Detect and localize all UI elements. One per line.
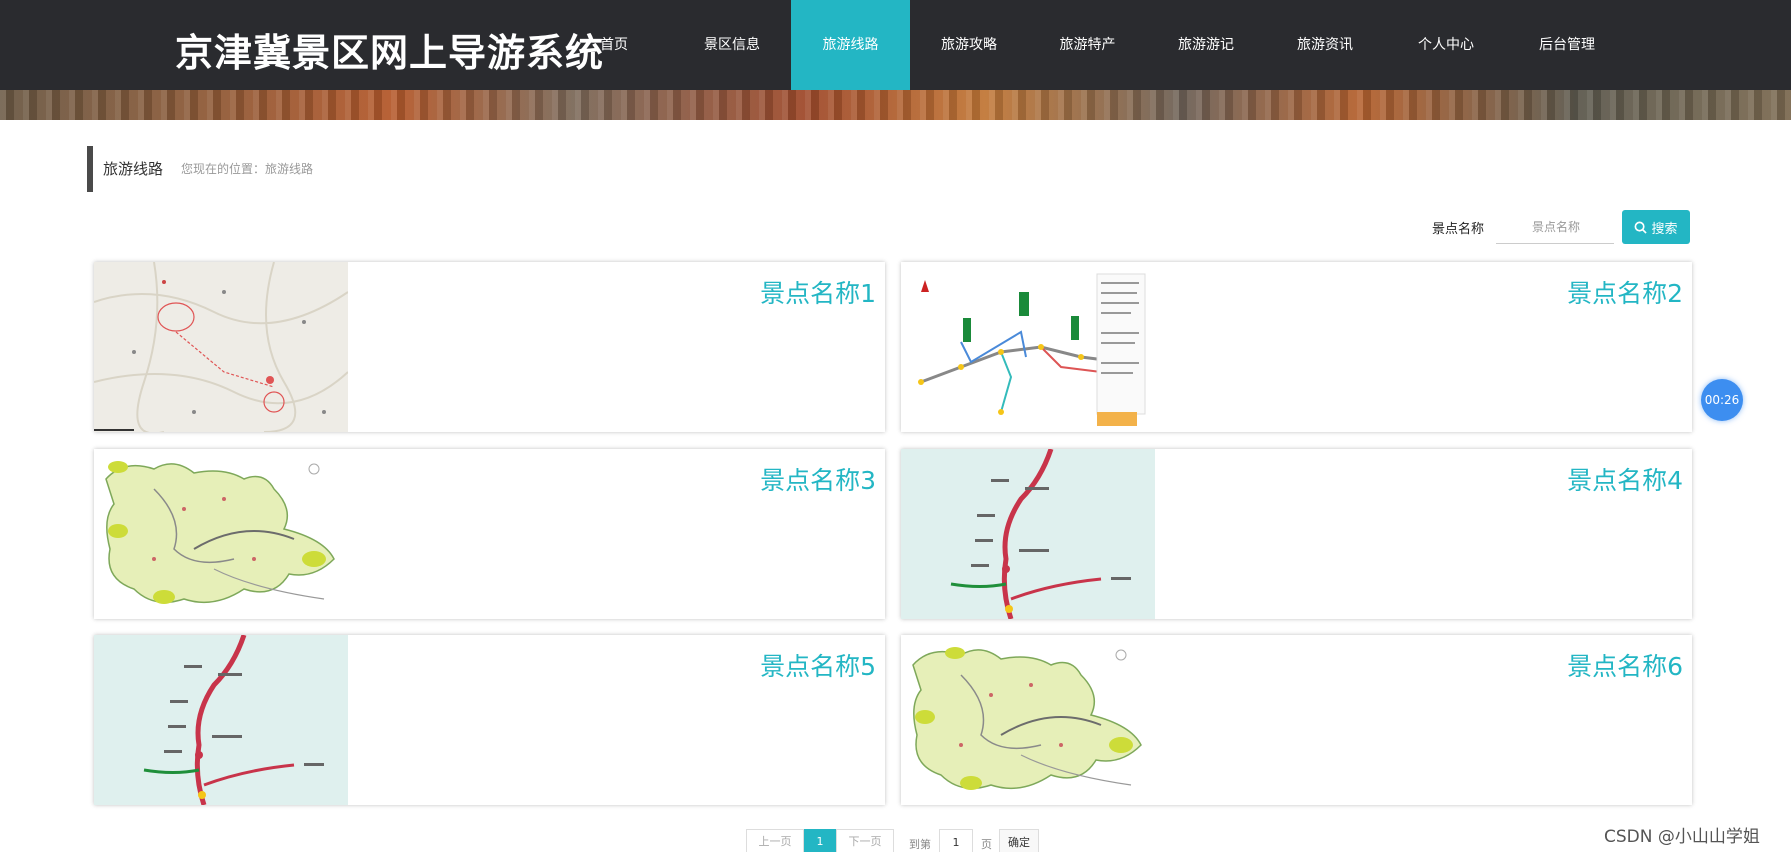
route-card[interactable]: 景点名称5	[94, 635, 885, 805]
nav-item-travel-news[interactable]: 旅游资讯	[1265, 0, 1385, 90]
route-card[interactable]: 景点名称3	[94, 449, 885, 619]
watermark: CSDN @小山山学姐	[1604, 827, 1760, 847]
nav-item-specialties[interactable]: 旅游特产	[1028, 0, 1147, 90]
route-card-title: 景点名称4	[1567, 466, 1683, 495]
site-title: 京津冀景区网上导游系统	[175, 31, 605, 75]
route-card-title: 景点名称1	[760, 279, 876, 308]
route-card[interactable]: 景点名称2	[901, 262, 1692, 432]
nav-item-home[interactable]: 首页	[555, 0, 673, 90]
route-card-title: 景点名称3	[760, 466, 876, 495]
goto-page-confirm-button[interactable]: 确定	[999, 829, 1039, 852]
route-card[interactable]: 景点名称1	[94, 262, 885, 432]
route-card[interactable]: 景点名称6	[901, 635, 1692, 805]
route-card-title: 景点名称5	[760, 652, 876, 681]
nav-item-travel-notes[interactable]: 旅游游记	[1147, 0, 1265, 90]
search-button[interactable]: 搜索	[1622, 210, 1690, 244]
search-icon	[1635, 221, 1648, 234]
region-map-image	[94, 449, 348, 619]
main-nav: 首页 景区信息 旅游线路 旅游攻略 旅游特产 旅游游记 旅游资讯 个人中心 后台…	[555, 0, 1627, 90]
route-card-title: 景点名称2	[1567, 279, 1683, 308]
timer-badge[interactable]: 00:26	[1701, 379, 1743, 421]
next-page-button[interactable]: 下一页	[836, 829, 894, 852]
current-page-button[interactable]: 1	[804, 829, 836, 852]
road-map-image	[94, 635, 348, 805]
nav-item-scenic-info[interactable]: 景区信息	[673, 0, 791, 90]
nav-item-travel-guides[interactable]: 旅游攻略	[910, 0, 1028, 90]
route-card[interactable]: 景点名称4	[901, 449, 1692, 619]
goto-page-input[interactable]	[939, 829, 973, 852]
breadcrumb-accent-bar	[87, 146, 93, 192]
prev-page-button[interactable]: 上一页	[746, 829, 804, 852]
top-navigation-bar: 京津冀景区网上导游系统 首页 景区信息 旅游线路 旅游攻略 旅游特产 旅游游记 …	[0, 0, 1791, 90]
breadcrumb: 您现在的位置：旅游线路	[181, 162, 314, 176]
section-title: 旅游线路	[103, 160, 164, 178]
route-map-image	[901, 262, 1155, 432]
search-label: 景点名称	[1432, 222, 1485, 237]
nav-item-admin[interactable]: 后台管理	[1507, 0, 1627, 90]
region-map-image	[901, 635, 1155, 805]
road-map-image	[901, 449, 1155, 619]
goto-page-suffix: 页	[981, 838, 992, 851]
page: 京津冀景区网上导游系统 首页 景区信息 旅游线路 旅游攻略 旅游特产 旅游游记 …	[0, 0, 1791, 852]
route-card-title: 景点名称6	[1567, 652, 1683, 681]
route-map-image	[94, 262, 348, 432]
goto-page-prefix: 到第	[909, 838, 931, 851]
banner-image	[0, 90, 1791, 120]
nav-item-personal-center[interactable]: 个人中心	[1385, 0, 1507, 90]
search-button-label: 搜索	[1651, 221, 1678, 237]
nav-item-travel-routes[interactable]: 旅游线路	[791, 0, 910, 90]
search-input[interactable]	[1496, 210, 1614, 244]
